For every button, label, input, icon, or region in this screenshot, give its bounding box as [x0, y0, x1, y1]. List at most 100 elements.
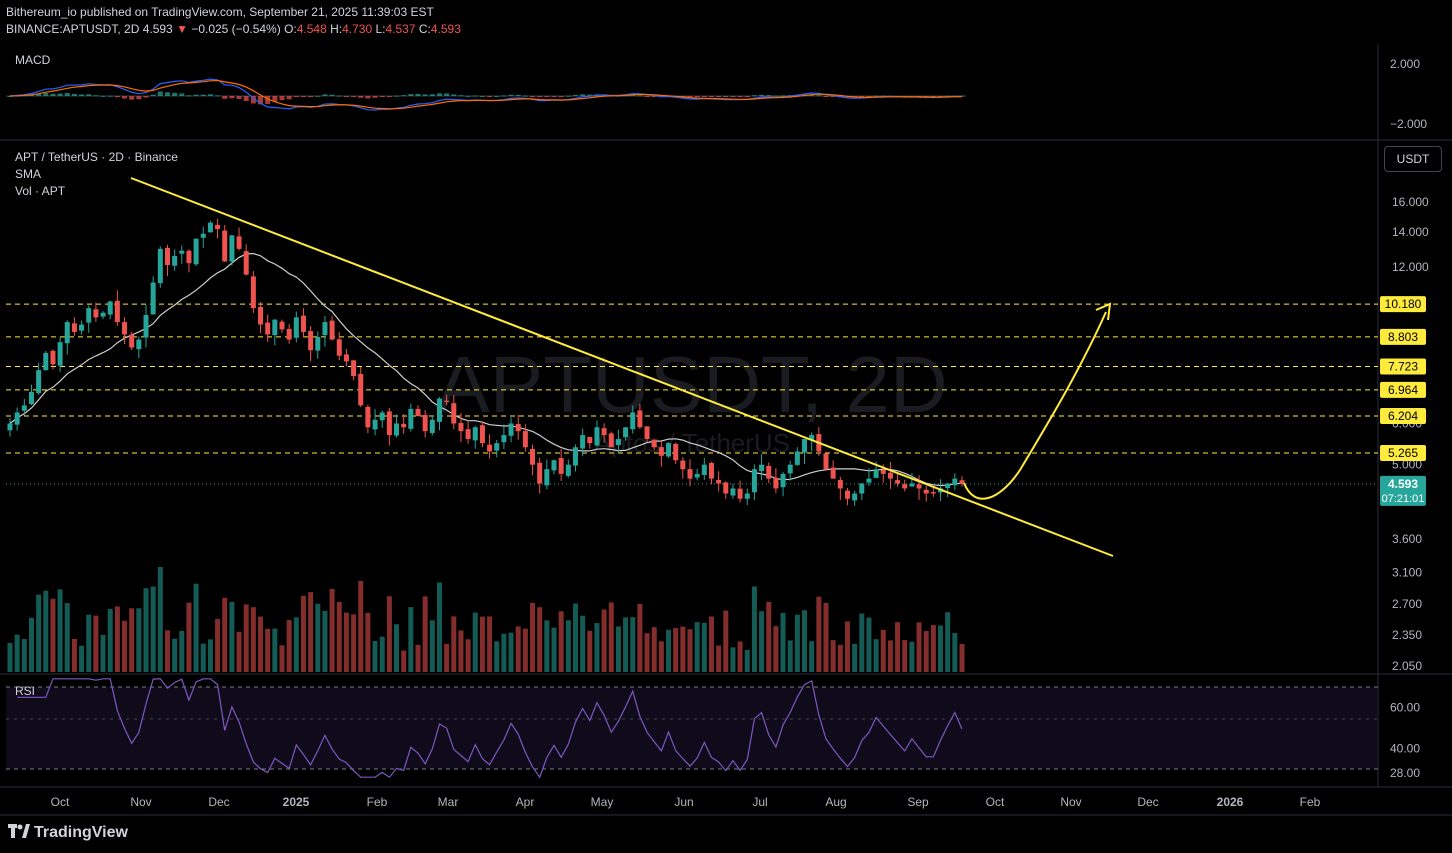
- macd-histogram-bar: [444, 93, 450, 96]
- volume-bar: [608, 602, 614, 672]
- volume-bar: [866, 617, 872, 672]
- volume-bar: [837, 644, 843, 672]
- candle-body: [844, 490, 850, 499]
- volume-bar: [880, 629, 886, 672]
- volume-bar: [844, 621, 850, 672]
- macd-histogram-bar: [737, 96, 743, 97]
- macd-histogram-bar: [157, 91, 163, 96]
- candle-body: [79, 324, 85, 331]
- candle-body: [551, 460, 557, 471]
- volume-bar: [444, 643, 450, 672]
- level-label: 10.180: [1385, 297, 1422, 311]
- macd-histogram-bar: [751, 95, 757, 97]
- volume-bar: [730, 647, 736, 672]
- macd-histogram-bar: [229, 96, 235, 99]
- volume-bar: [508, 632, 514, 672]
- main-title[interactable]: APT / TetherUS · 2D · Binance: [15, 150, 178, 164]
- candle-body: [157, 248, 163, 284]
- volume-bar: [394, 624, 400, 672]
- volume-bar: [708, 616, 714, 672]
- candle-body: [444, 400, 450, 402]
- candle-body: [179, 250, 185, 254]
- macd-histogram-bar: [451, 94, 457, 96]
- time-tick: Aug: [825, 795, 846, 809]
- volume-bar: [243, 604, 249, 672]
- time-tick: Feb: [367, 795, 388, 809]
- tradingview-logo[interactable]: TradingView: [8, 824, 128, 842]
- sma-label[interactable]: SMA: [15, 167, 41, 181]
- candle-body: [945, 483, 951, 489]
- candle-body: [236, 236, 242, 249]
- macd-histogram-bar: [150, 94, 156, 96]
- volume-bar: [43, 590, 49, 672]
- candle-body: [909, 483, 915, 487]
- candle-body: [129, 334, 135, 348]
- volume-bar: [723, 610, 729, 672]
- time-tick: Mar: [438, 795, 459, 809]
- macd-histogram-bar: [823, 96, 829, 97]
- macd-histogram-bar: [64, 92, 70, 96]
- volume-bar: [759, 611, 765, 672]
- candle-body: [744, 493, 750, 499]
- time-tick: Sep: [907, 795, 929, 809]
- macd-histogram-bar: [172, 92, 178, 96]
- volume-bar: [436, 582, 442, 672]
- macd-label[interactable]: MACD: [15, 53, 50, 67]
- candle-body: [630, 412, 636, 430]
- macd-histogram-bar: [215, 95, 221, 97]
- volume-bar: [258, 616, 264, 672]
- volume-bar: [737, 641, 743, 672]
- candle-body: [794, 451, 800, 465]
- macd-histogram-bar: [759, 94, 765, 96]
- candle-body: [465, 429, 471, 440]
- candle-body: [200, 233, 206, 238]
- candle-body: [265, 322, 271, 335]
- candle-body: [415, 408, 421, 417]
- volume-bar: [7, 643, 13, 672]
- candle-body: [50, 350, 56, 365]
- candle-body: [873, 469, 879, 478]
- candle-body: [587, 436, 593, 444]
- currency-button[interactable]: USDT: [1384, 146, 1442, 172]
- macd-histogram-bar: [343, 96, 349, 97]
- price-tick: 2.350: [1392, 628, 1422, 642]
- macd-histogram-bar: [479, 95, 485, 97]
- macd-histogram-bar: [487, 96, 493, 97]
- level-label: 6.204: [1388, 409, 1418, 423]
- macd-histogram-bar: [122, 96, 128, 99]
- macd-histogram-bar: [766, 95, 772, 97]
- price-change: −0.025 (−0.54%): [191, 22, 281, 36]
- rsi-label[interactable]: RSI: [15, 684, 35, 698]
- volume-bar: [351, 614, 357, 672]
- candle-body: [379, 412, 385, 421]
- time-tick: Feb: [1300, 795, 1321, 809]
- candle-body: [651, 439, 657, 448]
- candle-body: [759, 464, 765, 472]
- volume-label[interactable]: Vol · APT: [15, 184, 65, 198]
- candle-body: [207, 222, 213, 233]
- candle-body: [458, 422, 464, 432]
- macd-histogram-bar: [580, 94, 586, 96]
- macd-histogram-bar: [558, 96, 564, 97]
- macd-histogram-bar: [723, 96, 729, 97]
- candle-body: [114, 300, 120, 323]
- rsi-tick: 40.00: [1390, 742, 1420, 756]
- macd-histogram-bar: [129, 96, 135, 100]
- volume-bar: [86, 614, 92, 672]
- candle-body: [902, 484, 908, 489]
- candle-body: [666, 443, 672, 457]
- chart-canvas[interactable]: APTUSDT, 2D Aptos / TetherUS 16.00014.00…: [0, 0, 1452, 853]
- volume-bar: [673, 628, 679, 672]
- low-value: 4.537: [385, 22, 416, 36]
- macd-histogram-bar: [351, 96, 357, 97]
- level-label: 8.803: [1388, 330, 1418, 344]
- candle-body: [451, 403, 457, 424]
- macd-histogram-bar: [243, 96, 249, 102]
- candle-body: [730, 488, 736, 496]
- candle-body: [866, 478, 872, 483]
- macd-histogram-bar: [372, 96, 378, 98]
- macd-histogram-bar: [143, 96, 149, 98]
- macd-histogram-bar: [708, 96, 714, 97]
- candle-body: [401, 423, 407, 428]
- candle-body: [859, 483, 865, 494]
